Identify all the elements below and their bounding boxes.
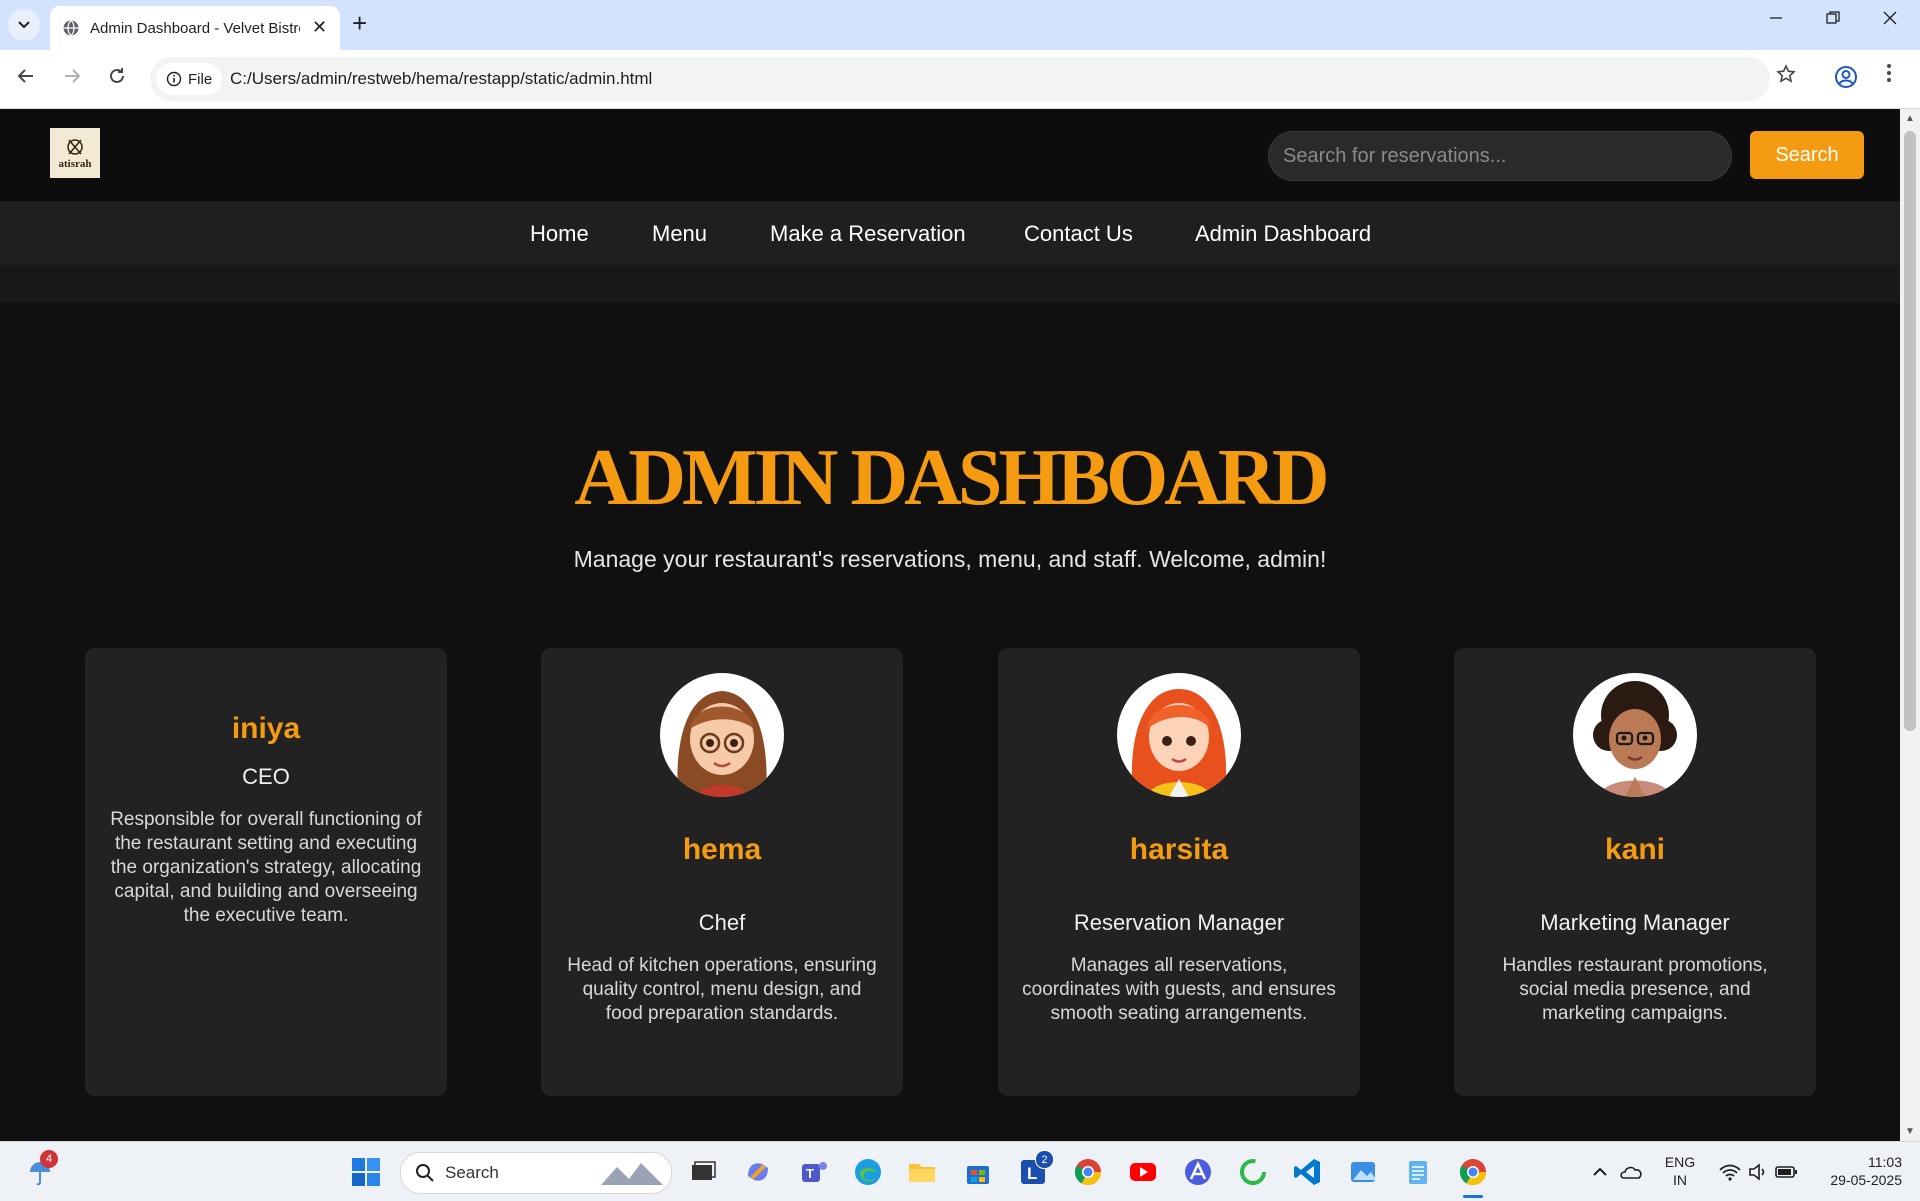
- scroll-thumb[interactable]: [1904, 131, 1916, 731]
- refresh-app-icon[interactable]: [1237, 1156, 1269, 1188]
- staff-role: Reservation Manager: [1073, 910, 1285, 935]
- bookmark-star-icon[interactable]: [1776, 64, 1796, 90]
- window-close-icon[interactable]: [1882, 10, 1898, 30]
- scroll-down-icon[interactable]: ▼: [1905, 1126, 1915, 1137]
- onedrive-icon[interactable]: [1616, 1156, 1648, 1188]
- mountains-icon: [601, 1163, 663, 1185]
- region-code: IN: [1673, 1172, 1687, 1188]
- chrome-icon[interactable]: [1072, 1156, 1104, 1188]
- reload-icon[interactable]: [107, 66, 127, 91]
- page-subtitle: Manage your restaurant's reservations, m…: [573, 546, 1327, 572]
- language-indicator[interactable]: ENG IN: [1660, 1153, 1700, 1189]
- teams-icon[interactable]: T: [798, 1156, 830, 1188]
- nav-menu[interactable]: Menu: [652, 221, 707, 247]
- tab-close-icon[interactable]: ✕: [312, 18, 327, 36]
- file-chip-label: File: [188, 70, 213, 88]
- active-app-indicator: [1463, 1195, 1483, 1198]
- back-icon[interactable]: [16, 66, 36, 91]
- start-button-icon[interactable]: [350, 1156, 382, 1188]
- app-launcher-icon[interactable]: [1182, 1156, 1214, 1188]
- staff-name: harsita: [1129, 833, 1229, 866]
- tab-search-button[interactable]: [8, 9, 40, 41]
- avatar: [1117, 673, 1241, 797]
- chevron-down-icon: [18, 21, 30, 29]
- main-nav: Home Menu Make a Reservation Contact Us …: [0, 201, 1900, 265]
- clock-date: 29-05-2025: [1830, 1172, 1902, 1188]
- globe-icon: [63, 20, 79, 36]
- staff-description: Responsible for overall functioning of t…: [110, 809, 422, 926]
- weather-widget-icon[interactable]: 4: [24, 1150, 58, 1188]
- more-menu-icon[interactable]: [1886, 62, 1892, 90]
- staff-role: Marketing Manager: [1540, 910, 1730, 935]
- youtube-icon[interactable]: [1127, 1156, 1159, 1188]
- minimize-icon[interactable]: [1768, 10, 1784, 30]
- page-title: ADMIN DASHBOARD: [574, 434, 1329, 522]
- staff-name: hema: [682, 833, 762, 866]
- clock[interactable]: 11:03 29-05-2025: [1812, 1153, 1902, 1189]
- outlook-badge: 2: [1035, 1150, 1054, 1169]
- copilot-icon[interactable]: [742, 1156, 774, 1188]
- chrome-active-icon[interactable]: [1457, 1156, 1489, 1188]
- browser-tab-strip: Admin Dashboard - Velvet Bistro ✕ +: [0, 0, 1920, 50]
- tab-title: Admin Dashboard - Velvet Bistro: [90, 20, 300, 37]
- scroll-up-icon[interactable]: ▲: [1905, 113, 1915, 124]
- staff-card-harsita: harsita Reservation Manager Manages all …: [998, 648, 1360, 1096]
- search-button[interactable]: Search: [1750, 131, 1864, 179]
- logo-text: atisrah: [58, 157, 92, 170]
- svg-text:T: T: [806, 1166, 814, 1181]
- browser-toolbar: File C:/Users/admin/restweb/hema/restapp…: [0, 50, 1920, 109]
- nav-divider-band: [0, 265, 1900, 303]
- nav-home[interactable]: Home: [530, 221, 589, 247]
- photos-icon[interactable]: [1347, 1156, 1379, 1188]
- battery-icon[interactable]: [1770, 1156, 1802, 1188]
- new-tab-button[interactable]: +: [352, 10, 367, 36]
- staff-description: Head of kitchen operations, ensuring qua…: [567, 955, 877, 1024]
- reservation-search-input[interactable]: [1268, 131, 1732, 181]
- crossed-utensils-icon: [67, 138, 83, 155]
- avatar: [660, 673, 784, 797]
- file-explorer-icon[interactable]: [906, 1156, 938, 1188]
- language-code: ENG: [1664, 1154, 1696, 1170]
- outlook-icon[interactable]: L 2: [1017, 1150, 1054, 1188]
- staff-role: CEO: [242, 764, 290, 789]
- staff-card-hema: hema Chef Head of kitchen operations, en…: [541, 648, 903, 1096]
- staff-card-iniya: iniya CEO Responsible for overall functi…: [85, 648, 447, 1096]
- address-bar[interactable]: File C:/Users/admin/restweb/hema/restapp…: [150, 57, 1770, 101]
- edge-icon[interactable]: [852, 1156, 884, 1188]
- notification-badge: 4: [40, 1150, 58, 1168]
- staff-card-kani: kani Marketing Manager Handles restauran…: [1454, 648, 1816, 1096]
- profile-icon[interactable]: [1834, 65, 1858, 94]
- chevron-up-icon[interactable]: [1584, 1156, 1616, 1188]
- info-icon: [166, 71, 182, 87]
- page-viewport: atisrah Search Home Menu Make a Reservat…: [0, 109, 1900, 1141]
- site-info-chip[interactable]: File: [156, 63, 223, 95]
- notepad-icon[interactable]: [1402, 1156, 1434, 1188]
- windows-taskbar: 4 Search T L 2 ENG IN 11:03 29-05-2025: [0, 1141, 1920, 1201]
- taskbar-search-label: Search: [445, 1163, 499, 1182]
- clock-time: 11:03: [1868, 1154, 1902, 1170]
- restaurant-logo[interactable]: atisrah: [50, 128, 100, 178]
- browser-tab-active[interactable]: Admin Dashboard - Velvet Bistro ✕: [50, 6, 340, 50]
- avatar: [1573, 673, 1697, 797]
- forward-icon[interactable]: [62, 66, 82, 91]
- nav-contact-us[interactable]: Contact Us: [1024, 221, 1133, 247]
- staff-description: Manages all reservations, coordinates wi…: [1022, 955, 1336, 1024]
- staff-name: iniya: [231, 712, 301, 745]
- task-view-icon[interactable]: [686, 1156, 718, 1188]
- svg-text:L: L: [1027, 1164, 1037, 1183]
- restore-icon[interactable]: [1825, 10, 1841, 30]
- staff-description: Handles restaurant promotions, social me…: [1502, 955, 1768, 1024]
- staff-name: kani: [1604, 833, 1666, 866]
- staff-role: Chef: [698, 910, 746, 935]
- nav-admin-dashboard[interactable]: Admin Dashboard: [1195, 221, 1371, 247]
- nav-make-reservation[interactable]: Make a Reservation: [770, 221, 966, 247]
- url-text: C:/Users/admin/restweb/hema/restapp/stat…: [230, 69, 653, 88]
- site-header: atisrah Search: [0, 109, 1900, 201]
- store-icon[interactable]: [962, 1156, 994, 1188]
- search-icon: [416, 1164, 434, 1182]
- taskbar-search[interactable]: Search: [400, 1152, 672, 1194]
- page-scrollbar[interactable]: ▲ ▼: [1900, 109, 1920, 1141]
- vscode-icon[interactable]: [1292, 1156, 1324, 1188]
